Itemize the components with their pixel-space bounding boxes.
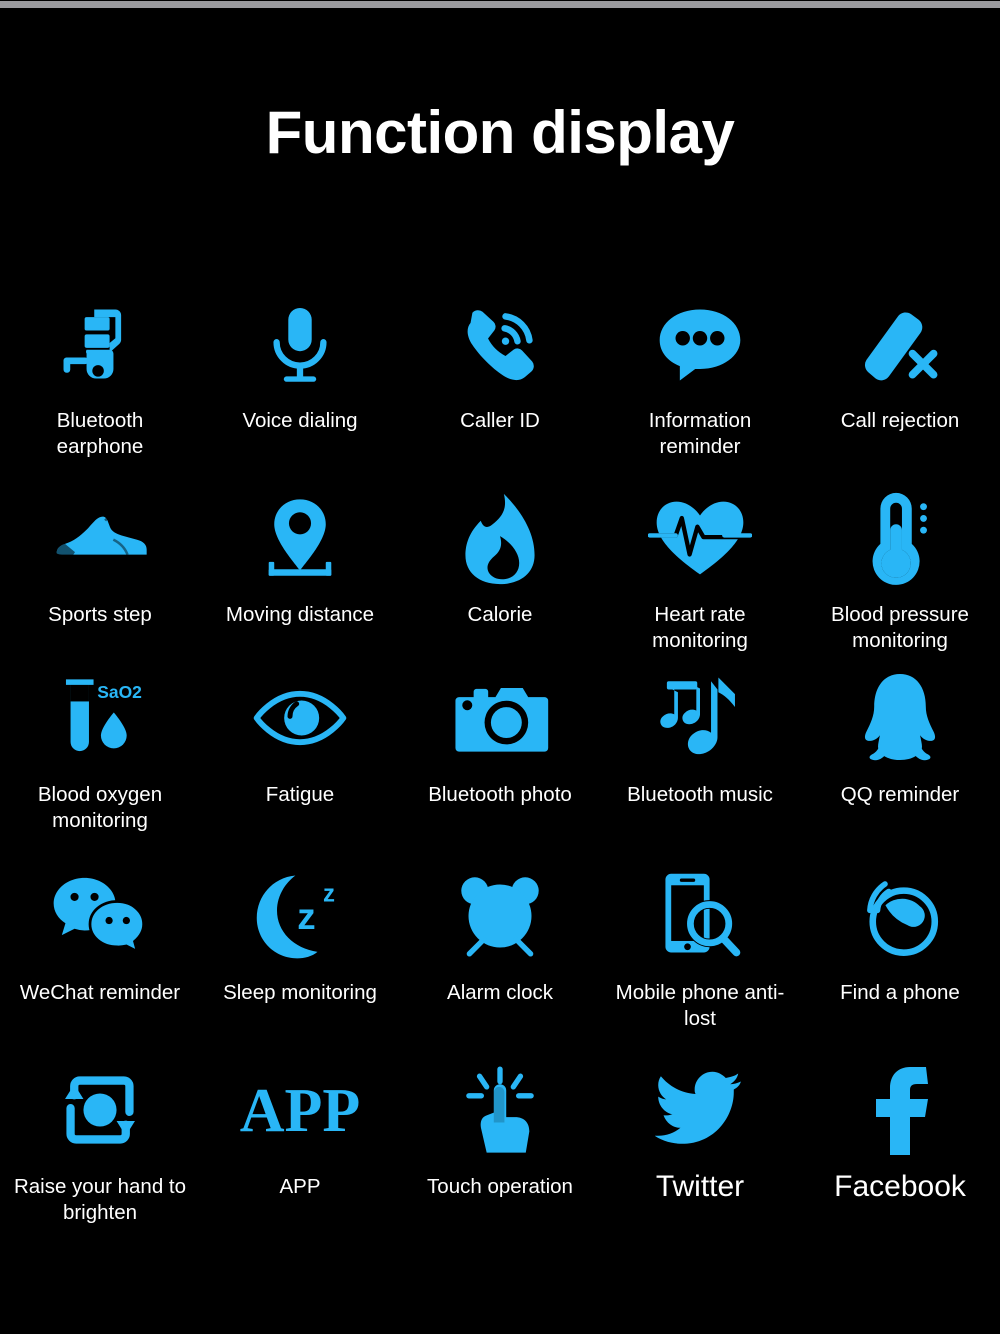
qq-penguin-icon [857,664,943,772]
feature-label: Facebook [834,1170,966,1203]
feature-label: Call rejection [840,409,960,432]
feature-item-blood-pressure-monitoring[interactable]: Blood pressure monitoring [800,484,1000,654]
feature-item-wechat-reminder[interactable]: WeChat reminder [0,862,200,1006]
wechat-bubbles-icon [50,862,150,970]
feature-label: Bluetooth photo [428,783,572,806]
twitter-bird-icon [655,1056,745,1164]
heart-pulse-icon [648,484,752,592]
find-phone-ring-icon [853,862,947,970]
feature-item-raise-hand-to-brighten[interactable]: Raise your hand to brighten [0,1056,200,1226]
feature-item-calorie[interactable]: Calorie [400,484,600,628]
feature-row: Sports step Moving distance Calorie Hear… [0,484,1000,654]
feature-label: Moving distance [225,603,375,626]
feature-item-touch-operation[interactable]: Touch operation [400,1056,600,1200]
bluetooth-earphone-icon [52,290,148,398]
app-text-icon: APP [235,1056,365,1164]
feature-item-call-rejection[interactable]: Call rejection [800,290,1000,434]
feature-label: Bluetooth earphone [56,409,144,458]
feature-label: Information reminder [648,409,752,458]
feature-label: Caller ID [460,409,540,432]
feature-label: Bluetooth music [627,783,773,806]
feature-label: Alarm clock [447,981,553,1004]
eye-icon [250,664,350,772]
feature-label: Sports step [48,603,152,626]
sao2-icon-text: SaO2 [97,682,142,702]
page-title: Function display [265,99,735,166]
app-icon-text: APP [240,1077,361,1143]
feature-label: Touch operation [427,1175,573,1198]
sneaker-icon [50,484,150,592]
top-divider-bar [0,1,1000,8]
feature-item-heart-rate-monitoring[interactable]: Heart rate monitoring [600,484,800,654]
feature-item-mobile-phone-anti-lost[interactable]: Mobile phone anti-lost [600,862,800,1032]
tap-hand-icon [460,1056,540,1164]
feature-label: WeChat reminder [19,981,181,1004]
feature-row: Bluetooth earphone Voice dialing Caller … [0,290,1000,460]
feature-item-app[interactable]: APP APP [200,1056,400,1200]
function-display-page: Function display Bluetooth earphone Voic… [0,0,1000,1334]
microphone-icon [255,290,345,398]
music-notes-icon [654,664,746,772]
feature-item-information-reminder[interactable]: Information reminder [600,290,800,460]
map-pin-distance-icon [254,484,346,592]
feature-label: Sleep monitoring [223,981,377,1004]
feature-item-bluetooth-photo[interactable]: Bluetooth photo [400,664,600,808]
feature-label: Fatigue [265,783,335,806]
feature-label: Mobile phone anti-lost [615,981,785,1030]
feature-item-sleep-monitoring[interactable]: z z Sleep monitoring [200,862,400,1006]
moon-zzz-icon: z z [248,862,352,970]
feature-label: Find a phone [840,981,960,1004]
feature-label: Raise your hand to brighten [13,1175,187,1224]
feature-item-bluetooth-earphone[interactable]: Bluetooth earphone [0,290,200,460]
phone-search-icon [652,862,748,970]
thermometer-icon [859,484,941,592]
feature-item-fatigue[interactable]: Fatigue [200,664,400,808]
feature-label: Heart rate monitoring [652,603,748,652]
feature-item-qq-reminder[interactable]: QQ reminder [800,664,1000,808]
feature-item-alarm-clock[interactable]: Alarm clock [400,862,600,1006]
feature-item-find-a-phone[interactable]: Find a phone [800,862,1000,1006]
feature-item-caller-id[interactable]: Caller ID [400,290,600,434]
feature-row: WeChat reminder z z Sleep monitoring Ala… [0,862,1000,1032]
feature-label: Blood pressure monitoring [831,603,969,652]
feature-item-facebook[interactable]: Facebook [800,1056,1000,1204]
feature-item-blood-oxygen-monitoring[interactable]: SaO2 Blood oxygen monitoring [0,664,200,834]
z-letter-large: z [297,896,315,937]
feature-item-voice-dialing[interactable]: Voice dialing [200,290,400,434]
camera-icon [450,664,550,772]
feature-item-bluetooth-music[interactable]: Bluetooth music [600,664,800,808]
feature-label: Twitter [655,1170,745,1203]
flame-icon [458,484,542,592]
feature-item-twitter[interactable]: Twitter [600,1056,800,1204]
feature-item-sports-step[interactable]: Sports step [0,484,200,628]
feature-label: APP [279,1175,321,1198]
feature-row: Raise your hand to brighten APP APP Touc… [0,1056,1000,1226]
feature-label: Voice dialing [242,409,358,432]
rotate-square-icon [54,1056,146,1164]
incoming-call-icon [454,290,546,398]
feature-item-moving-distance[interactable]: Moving distance [200,484,400,628]
feature-label: QQ reminder [840,783,960,806]
alarm-clock-icon [455,862,545,970]
feature-label: Blood oxygen monitoring [37,783,163,832]
call-reject-icon [852,290,948,398]
feature-grid: Bluetooth earphone Voice dialing Caller … [0,290,1000,1226]
chat-bubble-ellipsis-icon [652,290,748,398]
test-tube-sao2-icon: SaO2 [48,664,152,772]
facebook-f-icon [872,1056,928,1164]
feature-row: SaO2 Blood oxygen monitoring Fatigue Blu… [0,664,1000,834]
z-letter-small: z [323,880,335,907]
feature-label: Calorie [467,603,533,626]
